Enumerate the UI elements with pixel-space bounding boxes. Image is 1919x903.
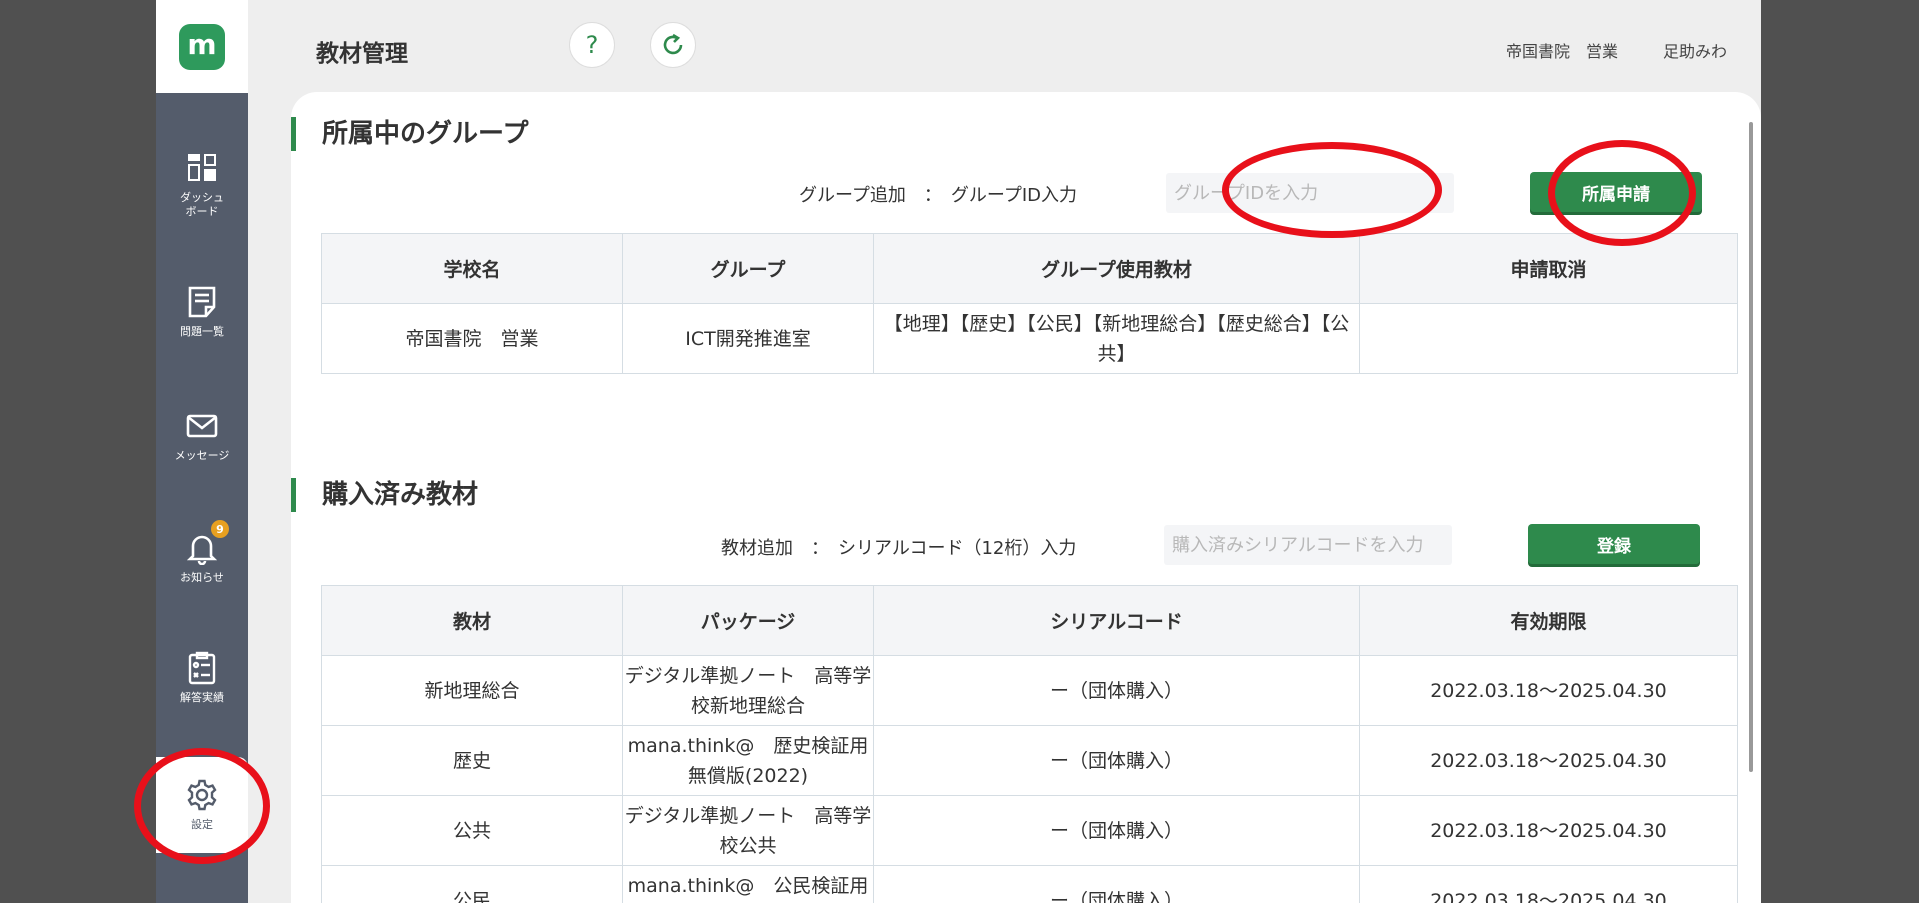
- column-header: 教材: [321, 585, 623, 656]
- table-row: 新地理総合 デジタル準拠ノート 高等学校新地理総合 ー（団体購入） 2022.0…: [321, 655, 1738, 726]
- table-row: 公共 デジタル準拠ノート 高等学校公共 ー（団体購入） 2022.03.18～2…: [321, 795, 1738, 866]
- group-materials-cell: 【地理】【歴史】【公民】【新地理総合】【歴史総合】【公共】: [873, 303, 1360, 374]
- serial-code-cell: ー（団体購入）: [873, 655, 1360, 726]
- scrollbar[interactable]: [1749, 122, 1753, 772]
- column-header: グループ: [622, 233, 874, 304]
- column-header: グループ使用教材: [873, 233, 1360, 304]
- dashboard-icon: [188, 154, 216, 181]
- sidebar-item-notifications[interactable]: 9 お知らせ: [156, 508, 248, 608]
- column-header: 有効期限: [1359, 585, 1738, 656]
- material-add-label: 教材追加 ： シリアルコード（12桁）入力: [721, 538, 1077, 559]
- table-row: 公民 mana.think@ 公民検証用無償版(2022) ー（団体購入） 20…: [321, 865, 1738, 903]
- expiry-cell: 2022.03.18～2025.04.30: [1359, 795, 1738, 866]
- group-id-input[interactable]: [1166, 173, 1454, 213]
- expiry-cell: 2022.03.18～2025.04.30: [1359, 865, 1738, 903]
- document-list-icon: [188, 286, 216, 318]
- package-cell: mana.think@ 歴史検証用無償版(2022): [622, 725, 874, 796]
- expiry-cell: 2022.03.18～2025.04.30: [1359, 725, 1738, 796]
- user-name[interactable]: 足助みわ: [1663, 38, 1727, 62]
- groups-section-title: 所属中のグループ: [291, 117, 528, 151]
- clipboard-icon: [188, 651, 216, 685]
- gear-icon: [187, 779, 217, 811]
- envelope-icon: [186, 414, 218, 438]
- main-panel: 所属中のグループ グループ追加 ： グループID入力 所属申請 学校名 グループ…: [291, 92, 1761, 903]
- sidebar: m ダッシュ ボード 問題一覧 メッセージ 9 お知らせ 解答実績 設定: [156, 0, 248, 903]
- serial-code-cell: ー（団体購入）: [873, 865, 1360, 903]
- table-header-row: 学校名 グループ グループ使用教材 申請取消: [321, 233, 1738, 304]
- membership-request-button[interactable]: 所属申請: [1530, 172, 1702, 212]
- notification-badge: 9: [211, 520, 229, 538]
- column-header: パッケージ: [622, 585, 874, 656]
- school-name-cell: 帝国書院 営業: [321, 303, 623, 374]
- serial-code-cell: ー（団体購入）: [873, 795, 1360, 866]
- cancel-request-cell[interactable]: [1359, 303, 1738, 374]
- sidebar-item-settings[interactable]: 設定: [156, 757, 248, 853]
- purchased-section-title: 購入済み教材: [291, 478, 478, 512]
- table-row: 歴史 mana.think@ 歴史検証用無償版(2022) ー（団体購入） 20…: [321, 725, 1738, 796]
- column-header: シリアルコード: [873, 585, 1360, 656]
- column-header: 学校名: [321, 233, 623, 304]
- material-cell: 公民: [321, 865, 623, 903]
- groups-table: 学校名 グループ グループ使用教材 申請取消 帝国書院 営業 ICT開発推進室 …: [321, 233, 1738, 374]
- sidebar-item-questions[interactable]: 問題一覧: [156, 262, 248, 362]
- sidebar-item-label: 問題一覧: [180, 325, 224, 338]
- refresh-button[interactable]: [650, 22, 696, 68]
- header: 教材管理 ? 帝国書院 営業 足助みわ: [248, 0, 1761, 92]
- table-header-row: 教材 パッケージ シリアルコード 有効期限: [321, 585, 1738, 656]
- sidebar-item-label: お知らせ: [180, 571, 224, 584]
- user-organization: 帝国書院 営業: [1505, 42, 1618, 61]
- purchased-table: 教材 パッケージ シリアルコード 有効期限 新地理総合 デジタル準拠ノート 高等…: [321, 585, 1738, 903]
- sidebar-item-label: 設定: [191, 818, 213, 831]
- sidebar-item-label: メッセージ: [174, 449, 230, 462]
- package-cell: デジタル準拠ノート 高等学校新地理総合: [622, 655, 874, 726]
- table-row: 帝国書院 営業 ICT開発推進室 【地理】【歴史】【公民】【新地理総合】【歴史総…: [321, 303, 1738, 374]
- sidebar-item-results[interactable]: 解答実績: [156, 628, 248, 728]
- package-cell: mana.think@ 公民検証用無償版(2022): [622, 865, 874, 903]
- group-add-label: グループ追加 ： グループID入力: [799, 185, 1078, 206]
- material-cell: 公共: [321, 795, 623, 866]
- refresh-icon: [663, 33, 683, 55]
- question-mark-icon: ?: [585, 31, 599, 59]
- group-cell: ICT開発推進室: [622, 303, 874, 374]
- sidebar-item-label: 解答実績: [180, 691, 224, 704]
- sidebar-item-messages[interactable]: メッセージ: [156, 386, 248, 486]
- sidebar-item-label: ダッシュ ボード: [180, 191, 224, 218]
- logo-area[interactable]: m: [156, 0, 248, 93]
- serial-code-input[interactable]: [1164, 525, 1452, 565]
- register-button[interactable]: 登録: [1528, 524, 1700, 564]
- help-button[interactable]: ?: [569, 22, 615, 68]
- serial-code-cell: ー（団体購入）: [873, 725, 1360, 796]
- page-title: 教材管理: [316, 41, 408, 67]
- expiry-cell: 2022.03.18～2025.04.30: [1359, 655, 1738, 726]
- material-cell: 新地理総合: [321, 655, 623, 726]
- app-logo: m: [179, 23, 225, 70]
- app-window: m ダッシュ ボード 問題一覧 メッセージ 9 お知らせ 解答実績 設定 教材管…: [156, 0, 1761, 903]
- package-cell: デジタル準拠ノート 高等学校公共: [622, 795, 874, 866]
- sidebar-item-dashboard[interactable]: ダッシュ ボード: [156, 135, 248, 235]
- column-header: 申請取消: [1359, 233, 1738, 304]
- material-cell: 歴史: [321, 725, 623, 796]
